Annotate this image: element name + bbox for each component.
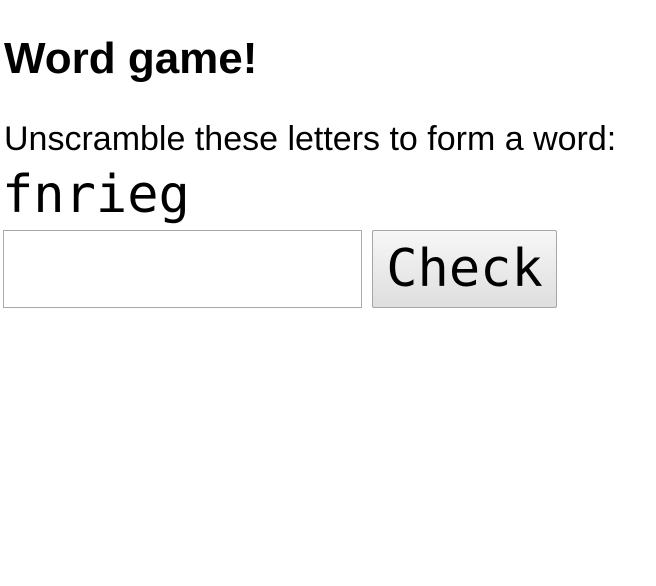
page-title: Word game! — [4, 34, 258, 83]
instructions-text: Unscramble these letters to form a word: — [4, 120, 617, 158]
answer-input[interactable] — [3, 230, 362, 308]
check-button[interactable]: Check — [372, 230, 557, 308]
scrambled-letters: fnrieg — [2, 165, 190, 225]
